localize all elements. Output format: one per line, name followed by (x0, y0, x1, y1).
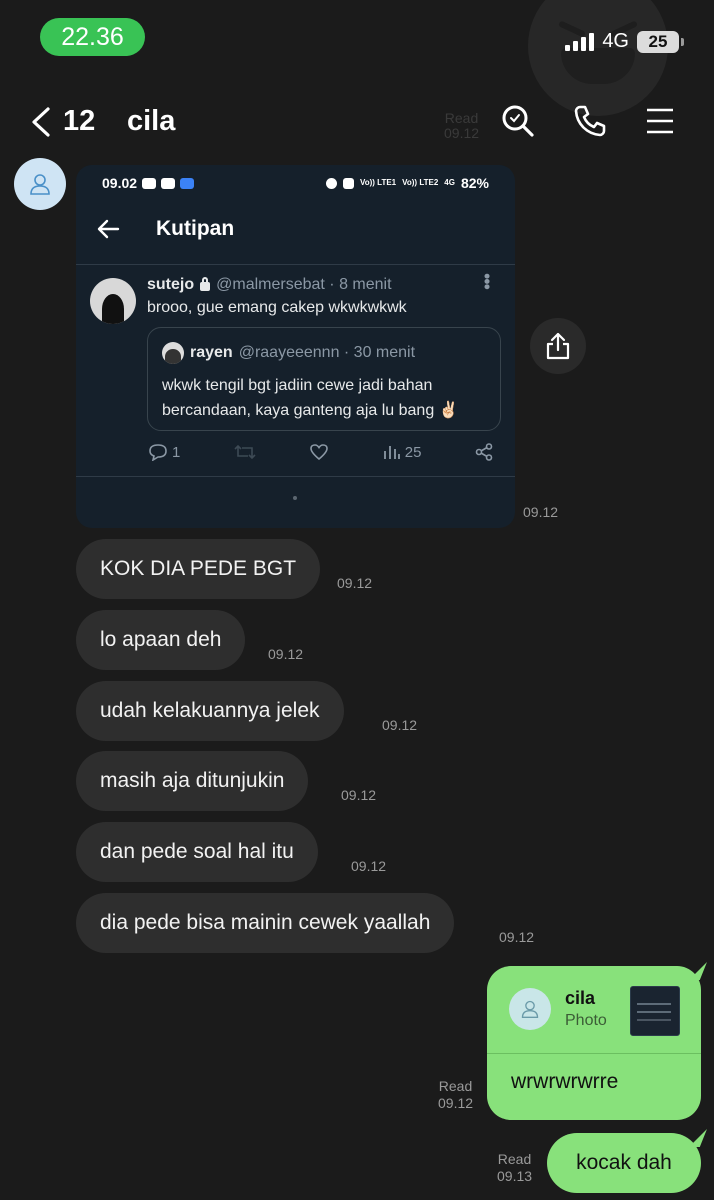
battery-icon (681, 37, 684, 46)
tweet-screenshot-image[interactable]: 09.02 Vo)) LTE1 Vo)) LTE2 4G 82% Kutipan… (76, 165, 515, 528)
views-icon (383, 446, 400, 459)
tweet-text: brooo, gue emang cakep wkwkwkwk (147, 299, 407, 316)
message-time: 09.12 (341, 787, 377, 803)
outgoing-message-text: kocak dah (576, 1151, 672, 1174)
page-indicator (293, 496, 297, 500)
person-icon (521, 1000, 539, 1018)
reply-to-type: Photo (565, 1012, 607, 1029)
message-time: 09.12 (268, 646, 304, 662)
call-button[interactable] (570, 101, 610, 141)
quoted-tweet: rayen @raayeeennn · 30 menit wkwk tengil… (147, 327, 501, 431)
message-time: 09.12 (523, 504, 559, 520)
like-icon (310, 444, 329, 461)
incoming-message[interactable]: masih aja ditunjukin (76, 751, 309, 811)
reply-icon (149, 444, 167, 461)
incoming-message[interactable]: udah kelakuannya jelek (76, 681, 344, 741)
incoming-message[interactable]: dan pede soal hal itu (76, 822, 318, 882)
quoted-tweet-text: wkwk tengil bgt jadiin cewe jadi bahan b… (162, 377, 459, 419)
share-button[interactable] (530, 318, 586, 374)
arrow-left-icon (97, 219, 120, 239)
search-icon (502, 105, 534, 137)
screenshot-page-title: Kutipan (156, 217, 235, 240)
app-icon (180, 177, 195, 189)
reply-to-name: cila (565, 988, 596, 1008)
signal-icon (565, 32, 595, 51)
message-time: 09.12 (351, 858, 387, 874)
person-icon (30, 174, 50, 195)
menu-button[interactable] (640, 101, 680, 141)
incoming-message[interactable]: KOK DIA PEDE BGT (76, 539, 321, 599)
screenshot-title-bar: Kutipan (96, 217, 234, 241)
read-receipt: Read 09.12 (438, 1078, 474, 1111)
back-icon[interactable] (28, 105, 58, 139)
quote-author-avatar (162, 342, 184, 364)
screenshot-status-bar: 09.02 Vo)) LTE1 Vo)) LTE2 4G 82% (102, 175, 489, 191)
more-icon: ••• (477, 273, 497, 289)
reply-thumbnail (630, 986, 680, 1036)
retweet-icon (234, 444, 256, 460)
read-receipt: Read 09.13 (497, 1151, 533, 1184)
battery-level: 25 (637, 30, 679, 53)
incoming-message[interactable]: dia pede bisa mainin cewek yaallah (76, 893, 455, 953)
reply-avatar (509, 988, 551, 1030)
menu-icon (647, 108, 673, 134)
tweet-author-avatar (90, 278, 136, 324)
message-time: 09.12 (337, 575, 373, 591)
chat-app-icon (142, 177, 157, 189)
network-type: 4G (602, 30, 629, 52)
outgoing-message-text: wrwrwrwrre (511, 1070, 619, 1093)
share-icon (546, 332, 570, 360)
status-indicators: 4G 25 (565, 30, 684, 53)
outgoing-message[interactable]: kocak dah (547, 1129, 707, 1193)
search-button[interactable] (498, 101, 538, 141)
phone-icon (574, 105, 606, 137)
mute-icon (342, 177, 354, 189)
message-time: 09.12 (499, 929, 535, 945)
tweet-header: sutejo @malmersebat · 8 menit (147, 276, 392, 293)
unread-count[interactable]: 12 (63, 105, 95, 138)
ghost-read-label: Read 09.12 (444, 110, 480, 141)
incoming-message[interactable]: lo apaan deh (76, 610, 246, 670)
share-tweet-icon (475, 443, 493, 461)
alarm-icon (325, 177, 337, 189)
outgoing-reply-message[interactable]: cila Photo wrwrwrwrre (487, 962, 707, 1120)
contact-avatar[interactable] (14, 158, 66, 210)
tweet-actions: 1 25 (148, 443, 493, 461)
message-time: 09.12 (382, 717, 418, 733)
lock-icon (200, 277, 211, 291)
chat-title[interactable]: cila (127, 105, 175, 138)
chat-header: 12 cila Read 09.12 (0, 95, 714, 151)
status-time: 22.36 (40, 18, 145, 56)
gallery-app-icon (161, 177, 176, 189)
